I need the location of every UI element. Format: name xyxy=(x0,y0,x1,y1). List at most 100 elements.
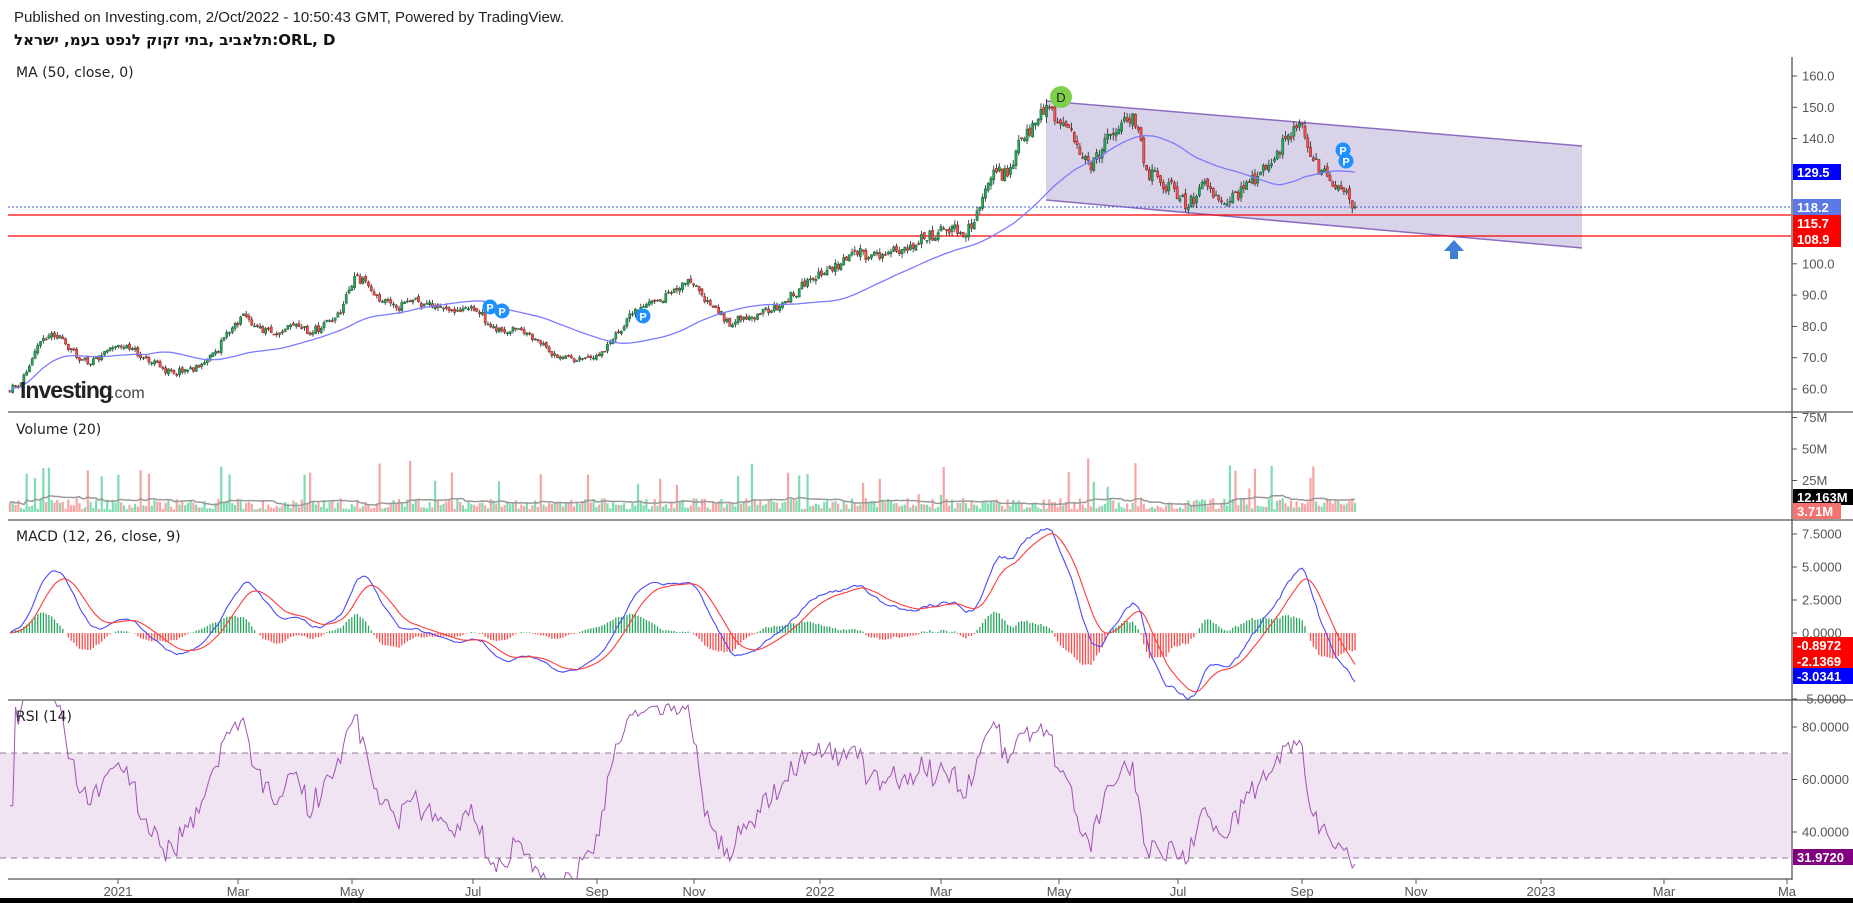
volume-bar xyxy=(386,507,390,512)
volume-bar xyxy=(884,502,887,512)
dividend-marker[interactable]: D xyxy=(1050,86,1072,108)
x-axis-label: Sep xyxy=(585,884,608,899)
volume-bar xyxy=(372,507,376,512)
candle xyxy=(678,286,682,296)
candle xyxy=(242,313,245,317)
rsi-indicator-label[interactable]: RSI (14) xyxy=(16,709,72,725)
volume-bar xyxy=(1137,506,1140,512)
volume-bar xyxy=(759,501,762,512)
candle xyxy=(356,272,359,277)
volume-bar xyxy=(178,504,181,512)
volume-bar xyxy=(314,504,317,512)
candle xyxy=(55,332,59,340)
volume-bar xyxy=(1256,505,1259,512)
ma-indicator-label[interactable]: MA (50, close, 0) xyxy=(16,65,134,81)
volume-bar xyxy=(1262,506,1265,512)
macd-indicator-label[interactable]: MACD (12, 26, close, 9) xyxy=(16,529,181,545)
volume-bar xyxy=(523,506,526,512)
x-axis-label: Mar xyxy=(1653,884,1676,899)
candle xyxy=(161,365,165,371)
candle xyxy=(525,331,529,337)
up-arrow-icon[interactable] xyxy=(1444,240,1464,259)
volume-bar xyxy=(1259,506,1262,512)
volume-axis-tick: 50M xyxy=(1802,442,1827,457)
candle xyxy=(792,290,796,298)
candle xyxy=(575,359,579,363)
volume-bar xyxy=(1287,506,1290,512)
candle xyxy=(959,230,962,235)
volume-bar xyxy=(125,509,128,512)
candle xyxy=(311,330,315,337)
volume-bar xyxy=(367,505,370,512)
volume-bar xyxy=(347,509,351,512)
volume-bar xyxy=(1164,505,1168,512)
volume-bar xyxy=(892,503,895,512)
candle xyxy=(972,219,976,230)
volume-bar xyxy=(778,508,781,512)
p-marker[interactable]: P xyxy=(494,303,510,319)
candle xyxy=(389,296,393,307)
volume-bar xyxy=(447,500,451,512)
volume-bar xyxy=(342,508,345,512)
volume-bar xyxy=(1000,505,1004,512)
volume-bar xyxy=(1317,505,1320,512)
candle xyxy=(872,250,876,257)
volume-bar xyxy=(1023,509,1026,512)
candle xyxy=(78,356,81,364)
candle xyxy=(1039,103,1043,124)
volume-bar xyxy=(834,501,837,512)
volume-bar xyxy=(1228,465,1232,512)
tag-last: 118.2 xyxy=(1793,199,1841,215)
volume-bar xyxy=(603,498,606,512)
candle xyxy=(628,310,632,323)
candle xyxy=(1036,117,1040,127)
macd-line[interactable] xyxy=(9,528,1356,700)
volume-bar xyxy=(1212,498,1215,512)
volume-bar xyxy=(334,508,337,512)
volume-bar xyxy=(711,501,715,512)
candle xyxy=(64,337,67,346)
volume-bar xyxy=(56,499,59,512)
volume-bar xyxy=(1337,500,1340,512)
candle xyxy=(514,327,518,332)
macd-signal-line[interactable] xyxy=(9,532,1356,693)
volume-bar xyxy=(1120,506,1123,512)
candle xyxy=(728,317,732,327)
x-axis-label: 2021 xyxy=(104,884,133,899)
volume-bar xyxy=(981,500,984,512)
candle xyxy=(158,359,162,368)
volume-bar xyxy=(114,502,117,512)
p-marker[interactable]: P xyxy=(635,308,651,324)
candle xyxy=(569,353,573,359)
candle xyxy=(697,285,701,295)
p-marker[interactable]: P xyxy=(1338,153,1354,169)
volume-bar xyxy=(297,507,301,512)
candle xyxy=(672,288,676,294)
candle xyxy=(319,326,323,334)
candle xyxy=(1211,187,1215,199)
candle xyxy=(464,306,468,309)
candle xyxy=(756,313,759,321)
volume-bar xyxy=(264,509,267,512)
candle xyxy=(856,249,859,257)
candle xyxy=(200,362,204,370)
candle xyxy=(614,331,618,343)
volume-bar xyxy=(1020,503,1023,512)
macd-axis-tick: 2.5000 xyxy=(1802,593,1842,608)
volume-bar xyxy=(542,504,545,512)
candle xyxy=(820,267,823,278)
candle xyxy=(911,242,915,253)
candle xyxy=(939,224,943,232)
volume-bar xyxy=(1089,506,1093,512)
volume-bar xyxy=(1334,500,1337,512)
volume-bar xyxy=(22,509,25,512)
candle xyxy=(147,355,151,365)
candle xyxy=(67,343,70,352)
volume-bar xyxy=(728,502,731,512)
volume-bar xyxy=(1239,499,1243,512)
volume-indicator-label[interactable]: Volume (20) xyxy=(16,422,101,438)
volume-bar xyxy=(570,499,573,512)
volume-bar xyxy=(1206,506,1209,512)
candle xyxy=(453,306,456,316)
x-axis-label: Mar xyxy=(227,884,250,899)
